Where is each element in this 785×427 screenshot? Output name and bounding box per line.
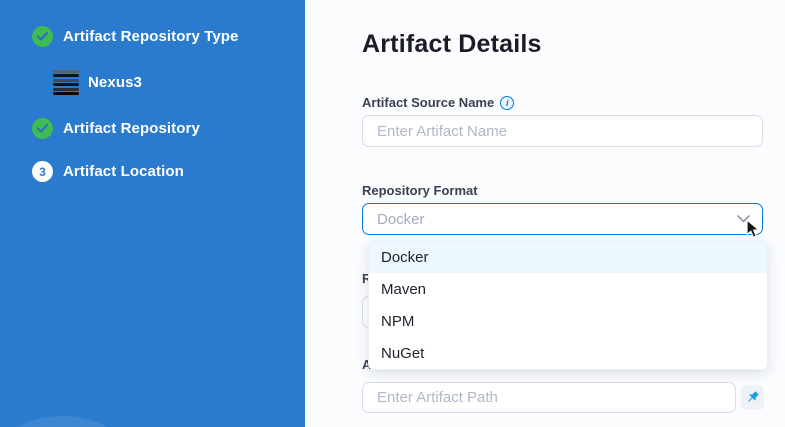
label-text: Repository Format bbox=[362, 183, 478, 198]
step-label: Artifact Repository bbox=[63, 120, 200, 137]
chevron-down-icon[interactable] bbox=[736, 212, 750, 226]
menu-item-docker[interactable]: Docker bbox=[369, 241, 767, 273]
artifact-details-panel: Artifact Details Artifact Source Name i … bbox=[305, 0, 785, 427]
step-complete-check-icon bbox=[32, 26, 53, 47]
repository-format-label: Repository Format bbox=[362, 183, 478, 198]
step-label: Artifact Location bbox=[63, 163, 184, 180]
pin-button[interactable] bbox=[741, 385, 764, 410]
sidebar-substep-nexus3[interactable]: Nexus3 bbox=[53, 69, 142, 96]
menu-item-nuget[interactable]: NuGet bbox=[369, 337, 767, 369]
nexus3-icon bbox=[53, 69, 79, 96]
page-title: Artifact Details bbox=[362, 30, 542, 59]
sidebar-step-artifact-location[interactable]: 3 Artifact Location bbox=[32, 161, 184, 182]
pin-icon bbox=[745, 390, 760, 405]
sidebar-step-artifact-repository[interactable]: Artifact Repository bbox=[32, 118, 200, 139]
artifact-wizard-screen: Artifact Repository Type Nexus3 Artifact… bbox=[0, 0, 785, 427]
repository-format-select[interactable]: Docker bbox=[362, 203, 763, 235]
artifact-path-input[interactable] bbox=[362, 382, 736, 413]
menu-item-maven[interactable]: Maven bbox=[369, 273, 767, 305]
info-icon[interactable]: i bbox=[500, 96, 514, 110]
repository-format-dropdown-menu: Docker Maven NPM NuGet bbox=[368, 240, 768, 370]
artifact-source-name-label: Artifact Source Name i bbox=[362, 95, 514, 110]
step-label: Artifact Repository Type bbox=[63, 28, 239, 45]
substep-label: Nexus3 bbox=[88, 74, 142, 91]
step-number-badge: 3 bbox=[32, 161, 53, 182]
artifact-name-input[interactable] bbox=[362, 115, 763, 147]
step-complete-check-icon bbox=[32, 118, 53, 139]
wizard-sidebar: Artifact Repository Type Nexus3 Artifact… bbox=[0, 0, 305, 427]
decorative-circle bbox=[0, 416, 162, 427]
menu-item-npm[interactable]: NPM bbox=[369, 305, 767, 337]
label-text: Artifact Source Name bbox=[362, 95, 494, 110]
select-value: Docker bbox=[377, 211, 736, 228]
sidebar-step-artifact-repository-type[interactable]: Artifact Repository Type bbox=[32, 26, 239, 47]
